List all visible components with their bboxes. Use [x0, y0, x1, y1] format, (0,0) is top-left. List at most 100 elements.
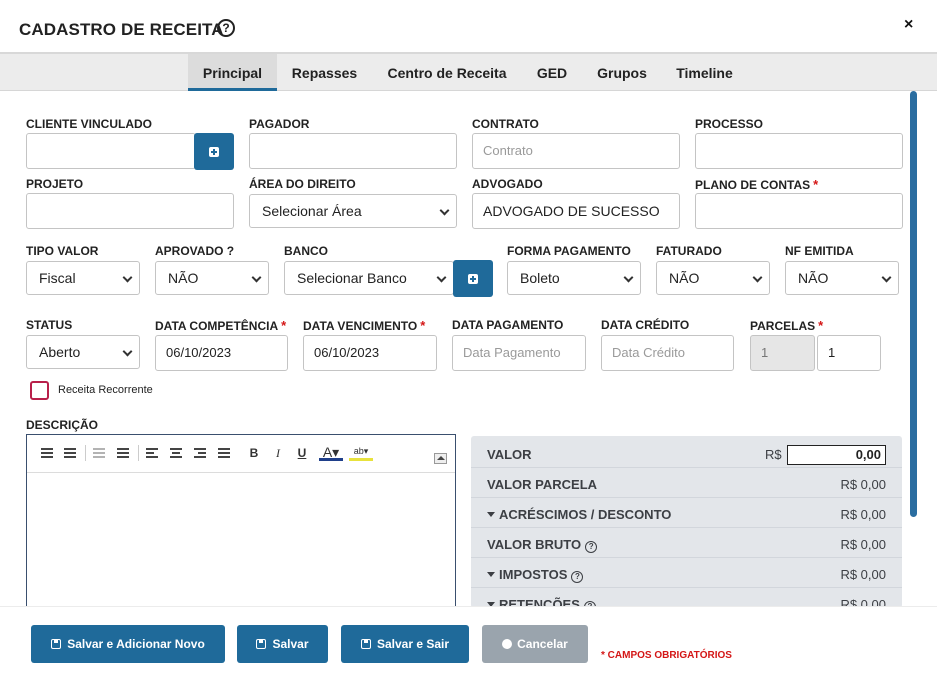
contrato-label: CONTRATO: [472, 117, 539, 131]
save-button[interactable]: Salvar: [237, 625, 328, 663]
justify-icon[interactable]: [216, 445, 232, 461]
impostos-label: IMPOSTOS?: [487, 567, 584, 583]
tab-repasses[interactable]: Repasses: [283, 54, 366, 91]
scrollbar[interactable]: [910, 91, 917, 517]
data-credito-input[interactable]: Data Crédito: [601, 335, 734, 371]
advogado-label: ADVOGADO: [472, 177, 543, 191]
data-vencimento-label-text: DATA VENCIMENTO: [303, 319, 418, 333]
font-color-icon[interactable]: A▾: [319, 445, 343, 461]
data-pagamento-label: DATA PAGAMENTO: [452, 318, 564, 332]
cancel-button[interactable]: Cancelar: [482, 625, 588, 663]
help-icon[interactable]: ?: [585, 541, 598, 553]
cancel-label: Cancelar: [517, 637, 568, 651]
outdent-icon[interactable]: [91, 445, 107, 461]
acrescimos-desconto-row[interactable]: ACRÉSCIMOS / DESCONTO R$ 0,00: [471, 498, 902, 528]
valor-input[interactable]: 0,00: [787, 445, 886, 465]
faturado-select[interactable]: NÃO: [656, 261, 770, 295]
close-icon[interactable]: ×: [904, 16, 913, 34]
align-right-icon[interactable]: [192, 445, 208, 461]
valor-currency: R$: [765, 447, 782, 462]
data-vencimento-input[interactable]: 06/10/2023: [303, 335, 437, 371]
help-icon[interactable]: ?: [571, 571, 584, 583]
highlight-glyph: ab: [353, 446, 364, 456]
chevron-down-icon: [122, 272, 133, 283]
chevron-down-icon: [122, 346, 133, 357]
processo-input[interactable]: [695, 133, 903, 169]
modal-header: CADASTRO DE RECEITA ? ×: [0, 0, 937, 54]
help-icon[interactable]: ?: [217, 19, 235, 37]
underline-icon[interactable]: U: [294, 445, 310, 461]
highlight-color-icon[interactable]: ab▾: [349, 445, 373, 461]
save-and-exit-button[interactable]: Salvar e Sair: [341, 625, 469, 663]
italic-icon[interactable]: I: [270, 445, 286, 461]
tab-principal[interactable]: Principal: [188, 54, 277, 91]
plus-icon: [209, 147, 219, 157]
caret-down-icon: [487, 572, 495, 577]
tab-timeline[interactable]: Timeline: [668, 54, 741, 91]
toolbar-divider: [138, 445, 139, 461]
tab-grupos[interactable]: Grupos: [590, 54, 654, 91]
descricao-editor[interactable]: B I U A▾ ab▾: [26, 434, 456, 614]
area-do-direito-label: ÁREA DO DIREITO: [249, 177, 356, 191]
advogado-input[interactable]: ADVOGADO DE SUCESSO: [472, 193, 680, 229]
toolbar-divider: [85, 445, 86, 461]
required-mark: *: [818, 318, 824, 333]
font-color-glyph: A: [322, 444, 333, 460]
valor-bruto-label: VALOR BRUTO?: [487, 537, 598, 553]
status-select[interactable]: Aberto: [26, 335, 140, 369]
data-competencia-label: DATA COMPETÊNCIA *: [155, 318, 286, 333]
impostos-row[interactable]: IMPOSTOS? R$ 0,00: [471, 558, 902, 588]
add-cliente-button[interactable]: [194, 133, 234, 170]
projeto-label: PROJETO: [26, 177, 84, 191]
area-do-direito-select[interactable]: Selecionar Área: [249, 194, 457, 228]
nf-emitida-value: NÃO: [798, 270, 829, 286]
processo-label: PROCESSO: [695, 117, 764, 131]
nf-emitida-select[interactable]: NÃO: [785, 261, 899, 295]
tab-centro-de-receita[interactable]: Centro de Receita: [380, 54, 514, 91]
data-credito-label: DATA CRÉDITO: [601, 318, 690, 332]
parcelas-to-input[interactable]: 1: [817, 335, 881, 371]
indent-icon[interactable]: [115, 445, 131, 461]
pagador-input[interactable]: [249, 133, 457, 169]
data-competencia-input[interactable]: 06/10/2023: [155, 335, 288, 371]
save-icon: [360, 639, 371, 649]
contrato-input[interactable]: Contrato: [472, 133, 680, 169]
plano-de-contas-label-text: PLANO DE CONTAS: [695, 178, 811, 192]
valor-bruto-row: VALOR BRUTO? R$ 0,00: [471, 528, 902, 558]
collapse-toolbar-icon[interactable]: [434, 453, 447, 464]
aprovado-select[interactable]: NÃO: [155, 261, 269, 295]
plano-de-contas-input[interactable]: [695, 193, 903, 229]
bold-icon[interactable]: B: [246, 445, 262, 461]
nf-emitida-label: NF EMITIDA: [785, 244, 854, 258]
descricao-label: DESCRIÇÃO: [26, 418, 99, 432]
receita-recorrente-checkbox[interactable]: [30, 381, 49, 400]
align-center-icon[interactable]: [168, 445, 184, 461]
save-and-add-new-button[interactable]: Salvar e Adicionar Novo: [31, 625, 225, 663]
parcelas-from-input: 1: [750, 335, 815, 371]
status-value: Aberto: [39, 344, 81, 360]
align-left-icon[interactable]: [144, 445, 160, 461]
ordered-list-icon[interactable]: [39, 445, 55, 461]
cliente-vinculado-input[interactable]: [26, 133, 196, 169]
cancel-icon: [502, 639, 513, 649]
banco-label: BANCO: [284, 244, 328, 258]
forma-pagamento-select[interactable]: Boleto: [507, 261, 641, 295]
tipo-valor-select[interactable]: Fiscal: [26, 261, 140, 295]
tipo-valor-label: TIPO VALOR: [26, 244, 99, 258]
plano-de-contas-label: PLANO DE CONTAS *: [695, 177, 818, 192]
save-icon: [256, 639, 267, 649]
data-competencia-label-text: DATA COMPETÊNCIA: [155, 319, 279, 333]
aprovado-value: NÃO: [168, 270, 199, 286]
required-mark: *: [420, 318, 426, 333]
banco-value: Selecionar Banco: [297, 270, 407, 286]
tab-ged[interactable]: GED: [530, 54, 574, 91]
valor-row: VALOR R$ 0,00: [471, 438, 902, 468]
projeto-input[interactable]: [26, 193, 234, 229]
retencoes-row[interactable]: RETENÇÕES? R$ 0,00: [471, 588, 902, 608]
unordered-list-icon[interactable]: [62, 445, 78, 461]
parcelas-label-text: PARCELAS: [750, 319, 816, 333]
acrescimos-desconto-label: ACRÉSCIMOS / DESCONTO: [487, 507, 671, 522]
data-pagamento-input[interactable]: Data Pagamento: [452, 335, 586, 371]
banco-select[interactable]: Selecionar Banco: [284, 261, 454, 295]
add-banco-button[interactable]: [453, 260, 493, 297]
